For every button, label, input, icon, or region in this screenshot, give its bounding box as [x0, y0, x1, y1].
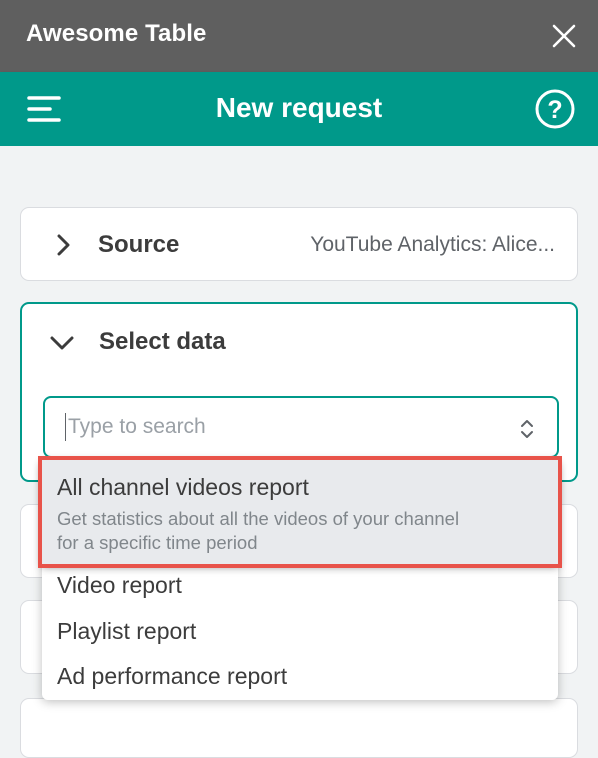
app-header: New request ? [0, 72, 598, 146]
title-bar: Awesome Table [0, 0, 598, 72]
option-label: Video report [57, 572, 182, 598]
app-title: Awesome Table [26, 20, 207, 47]
close-icon [552, 24, 576, 48]
option-label: All channel videos report [57, 474, 309, 500]
option-all-channel-videos-report[interactable]: All channel videos report Get statistics… [38, 456, 562, 568]
source-card-title: Source [98, 231, 180, 258]
chevron-down-icon[interactable] [50, 331, 74, 355]
option-video-report[interactable]: Video report [42, 564, 558, 610]
sort-arrows-icon[interactable] [516, 416, 538, 442]
report-dropdown: All channel videos report Get statistics… [38, 456, 562, 700]
option-description: Get statistics about all the videos of y… [57, 508, 460, 529]
help-button[interactable]: ? [534, 88, 576, 130]
help-circle-icon: ? [535, 89, 575, 129]
option-label: Ad performance report [57, 663, 288, 689]
search-select[interactable] [43, 396, 559, 458]
collapsed-card[interactable] [20, 698, 578, 758]
search-input[interactable] [65, 413, 498, 441]
select-data-title: Select data [99, 328, 226, 355]
chevron-right-icon [57, 234, 70, 256]
option-description: for a specific time period [57, 532, 258, 553]
option-playlist-report[interactable]: Playlist report [42, 610, 558, 656]
option-label: Playlist report [57, 618, 197, 644]
close-button[interactable] [545, 17, 583, 55]
page-title: New request [215, 92, 383, 123]
svg-text:?: ? [547, 96, 562, 124]
source-card[interactable]: Source YouTube Analytics: Alice... [20, 207, 578, 281]
option-ad-performance-report[interactable]: Ad performance report [42, 656, 558, 700]
source-card-value: YouTube Analytics: Alice... [310, 233, 555, 256]
select-data-card: Select data [20, 302, 578, 482]
